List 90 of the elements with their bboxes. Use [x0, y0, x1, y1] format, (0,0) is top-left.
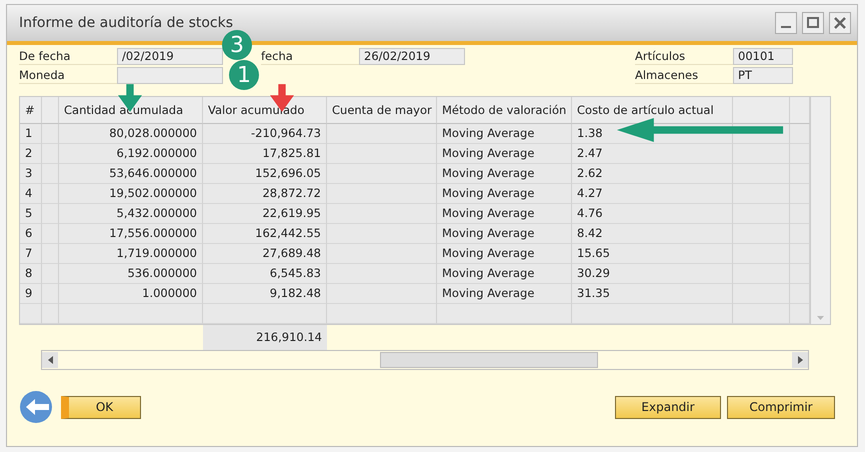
table-cell: 152,696.05: [203, 164, 327, 184]
column-header[interactable]: [790, 97, 810, 124]
table-cell: 53,646.000000: [59, 164, 203, 184]
table-cell: 2.62: [572, 164, 733, 184]
table-cell: [42, 124, 59, 144]
table-cell: [42, 264, 59, 284]
table-cell: [42, 184, 59, 204]
scroll-thumb[interactable]: [380, 352, 598, 368]
table-cell: 4.76: [572, 204, 733, 224]
horizontal-scrollbar[interactable]: [41, 350, 809, 370]
window-title: Informe de auditoría de stocks: [19, 15, 234, 31]
table-cell: Moving Average: [437, 284, 572, 304]
table-cell: [42, 224, 59, 244]
column-header[interactable]: Método de valoración: [437, 97, 572, 124]
table-cell: 6,192.000000: [59, 144, 203, 164]
row-number: 7: [20, 244, 42, 264]
table-cell: [733, 284, 790, 304]
input-field[interactable]: /02/2019: [117, 48, 223, 65]
table-cell: 8.42: [572, 224, 733, 244]
close-icon[interactable]: [829, 12, 851, 34]
total-cell: 216,910.14: [203, 325, 327, 350]
table-cell: 22,619.95: [203, 204, 327, 224]
row-number: 1: [20, 124, 42, 144]
row-number: 6: [20, 224, 42, 244]
collapse-button[interactable]: Comprimir: [727, 396, 835, 418]
row-number: 3: [20, 164, 42, 184]
row-number: 9: [20, 284, 42, 304]
column-header[interactable]: Valor acumulado: [203, 97, 327, 124]
expand-button[interactable]: Expandir: [615, 396, 721, 418]
table-cell: Moving Average: [437, 184, 572, 204]
input-field[interactable]: PT: [733, 67, 793, 84]
table-cell: [733, 244, 790, 264]
table-cell: 80,028.000000: [59, 124, 203, 144]
table-cell: 15.65: [572, 244, 733, 264]
table-cell: 19,502.000000: [59, 184, 203, 204]
table-cell: 5,432.000000: [59, 204, 203, 224]
minimize-icon[interactable]: [775, 12, 797, 34]
scroll-left-icon[interactable]: [48, 356, 52, 364]
scroll-down-icon[interactable]: [817, 316, 824, 320]
table-cell: 31.35: [572, 284, 733, 304]
table-cell: 28,872.72: [203, 184, 327, 204]
vertical-scrollbar[interactable]: [810, 97, 830, 324]
table-cell: 27,689.48: [203, 244, 327, 264]
table-cell: Moving Average: [437, 204, 572, 224]
table-cell: 2.47: [572, 144, 733, 164]
table-cell: Moving Average: [437, 144, 572, 164]
back-icon[interactable]: [19, 390, 55, 424]
table-cell: 6,545.83: [203, 264, 327, 284]
column-header[interactable]: Costo de artículo actual: [572, 97, 733, 124]
column-header[interactable]: Cantidad acumulada: [59, 97, 203, 124]
table-cell: 536.000000: [59, 264, 203, 284]
row-number: 5: [20, 204, 42, 224]
table-cell: [733, 224, 790, 244]
column-header[interactable]: Cuenta de mayor: [327, 97, 437, 124]
column-header[interactable]: #: [20, 97, 42, 124]
table-cell: [42, 244, 59, 264]
row-number: 2: [20, 144, 42, 164]
table-cell: 1,719.000000: [59, 244, 203, 264]
table-cell: Moving Average: [437, 224, 572, 244]
table-cell: [42, 204, 59, 224]
table-cell: [42, 144, 59, 164]
row-number: 8: [20, 264, 42, 284]
input-field[interactable]: 00101: [733, 48, 793, 65]
table-cell: 17,556.000000: [59, 224, 203, 244]
input-field[interactable]: 26/02/2019: [359, 48, 465, 65]
table-cell: [42, 284, 59, 304]
table-cell: 1.000000: [59, 284, 203, 304]
table-cell: [733, 204, 790, 224]
table-cell: [42, 164, 59, 184]
table-cell: [733, 144, 790, 164]
column-header[interactable]: [42, 97, 59, 124]
table-cell: 30.29: [572, 264, 733, 284]
scroll-right-icon[interactable]: [798, 356, 802, 364]
table-cell: Moving Average: [437, 264, 572, 284]
table-cell: 162,442.55: [203, 224, 327, 244]
row-number: 4: [20, 184, 42, 204]
table-cell: Moving Average: [437, 244, 572, 264]
column-header[interactable]: [733, 97, 790, 124]
table-cell: [733, 184, 790, 204]
table-cell: 4.27: [572, 184, 733, 204]
table-cell: [733, 264, 790, 284]
table-cell: 17,825.81: [203, 144, 327, 164]
table-cell: -210,964.73: [203, 124, 327, 144]
table-cell: Moving Average: [437, 124, 572, 144]
table-cell: Moving Average: [437, 164, 572, 184]
table-cell: [733, 164, 790, 184]
maximize-icon[interactable]: [802, 12, 824, 34]
ok-button[interactable]: OK: [61, 396, 141, 418]
input-field[interactable]: [117, 67, 223, 84]
table-cell: 9,182.48: [203, 284, 327, 304]
